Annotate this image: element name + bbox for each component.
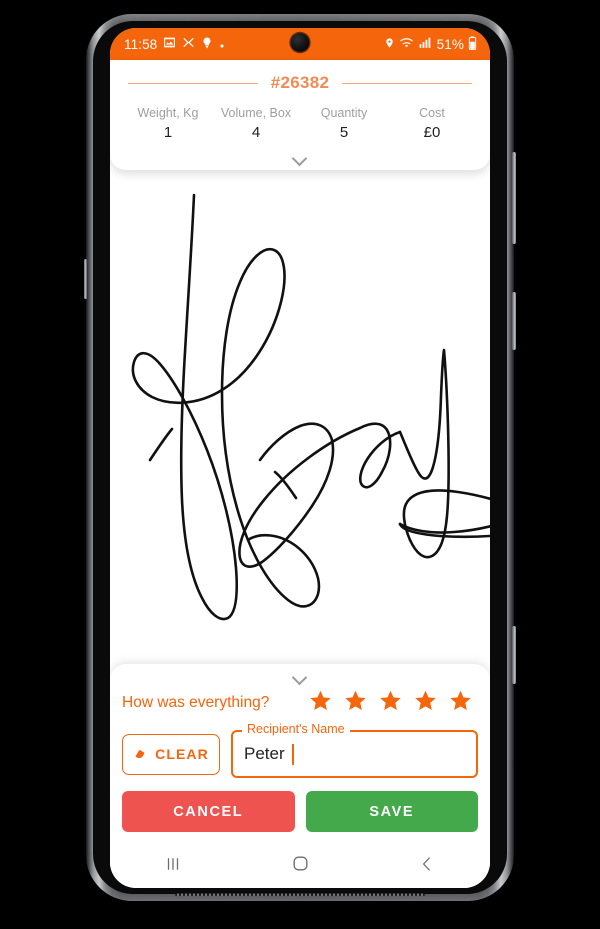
left-side-button[interactable]	[84, 259, 87, 299]
chevron-down-icon	[293, 672, 308, 681]
stat-quantity: Quantity 5	[300, 105, 388, 144]
star-1[interactable]	[309, 689, 332, 717]
action-row: CANCEL SAVE	[110, 778, 490, 844]
stat-volume: Volume, Box 4	[212, 105, 300, 144]
back-icon	[418, 855, 436, 878]
stat-cost: Cost £0	[388, 105, 476, 144]
signature-canvas[interactable]	[110, 170, 490, 661]
stat-value: 5	[339, 123, 349, 141]
summary-collapse-button[interactable]	[110, 144, 490, 164]
crop-icon	[182, 36, 195, 52]
eraser-icon	[133, 745, 148, 763]
form-row: CLEAR Recipient's Name Peter	[110, 717, 490, 778]
location-pin-icon	[384, 36, 395, 53]
signature-ink	[131, 194, 490, 621]
signal-bars-icon	[418, 36, 432, 52]
text-cursor	[291, 743, 294, 765]
order-title-row: #26382	[110, 73, 490, 93]
status-bar: 11:58 51%	[110, 28, 490, 60]
stat-value: £0	[423, 123, 441, 141]
star-rating[interactable]	[279, 689, 478, 717]
dot-icon	[219, 37, 225, 52]
status-bar-right: 51%	[384, 35, 477, 53]
stat-label: Quantity	[320, 106, 368, 120]
speaker-grille	[175, 893, 425, 896]
stat-label: Cost	[419, 106, 445, 120]
stat-value: 4	[251, 123, 261, 141]
wifi-icon	[399, 36, 414, 53]
front-camera	[290, 33, 310, 52]
cancel-button[interactable]: CANCEL	[122, 791, 295, 832]
phone-frame: 11:58 51% #26382 Weight, Kg 1 Volume, Bo…	[84, 14, 516, 901]
order-number: #26382	[270, 73, 330, 92]
order-summary-card: #26382 Weight, Kg 1 Volume, Box 4 Quanti…	[110, 60, 490, 171]
volume-button[interactable]	[512, 152, 516, 244]
star-4[interactable]	[414, 689, 437, 717]
title-rule-right	[342, 82, 472, 84]
stat-weight: Weight, Kg 1	[124, 105, 212, 144]
recents-button[interactable]	[110, 844, 237, 888]
power-button[interactable]	[512, 292, 516, 350]
status-bar-time: 11:58	[124, 36, 158, 52]
title-rule-left	[128, 82, 258, 84]
star-3[interactable]	[379, 689, 402, 717]
home-button[interactable]	[237, 844, 364, 888]
bottom-sheet: How was everything? CLEAR Recipient's Na…	[110, 664, 490, 888]
recents-icon	[164, 855, 182, 878]
recipient-name-input[interactable]: Peter	[244, 744, 285, 764]
rating-row: How was everything?	[110, 683, 490, 717]
sheet-collapse-button[interactable]	[110, 664, 490, 683]
clear-button[interactable]: CLEAR	[122, 733, 220, 775]
stat-value: 1	[163, 123, 173, 141]
android-nav-bar	[110, 844, 490, 888]
image-icon	[163, 36, 176, 52]
star-5[interactable]	[449, 689, 472, 717]
clear-button-label: CLEAR	[155, 746, 209, 762]
recipient-name-label: Recipient's Name	[242, 723, 350, 736]
recipient-name-field[interactable]: Recipient's Name Peter	[231, 723, 478, 778]
chevron-down-icon	[293, 153, 308, 162]
stat-label: Volume, Box	[220, 106, 292, 120]
save-button[interactable]: SAVE	[305, 791, 478, 832]
stats-row: Weight, Kg 1 Volume, Box 4 Quantity 5 Co…	[110, 93, 490, 144]
rating-question: How was everything?	[122, 694, 270, 711]
home-icon	[291, 854, 310, 878]
back-button[interactable]	[363, 844, 490, 888]
status-bar-left: 11:58	[124, 36, 384, 52]
battery-icon	[468, 35, 477, 53]
phone-screen: 11:58 51% #26382 Weight, Kg 1 Volume, Bo…	[110, 28, 490, 888]
side-button[interactable]	[512, 626, 516, 684]
star-2[interactable]	[344, 689, 367, 717]
bulb-icon	[201, 36, 213, 52]
battery-percent-label: 51%	[436, 36, 464, 52]
stat-label: Weight, Kg	[137, 106, 199, 120]
